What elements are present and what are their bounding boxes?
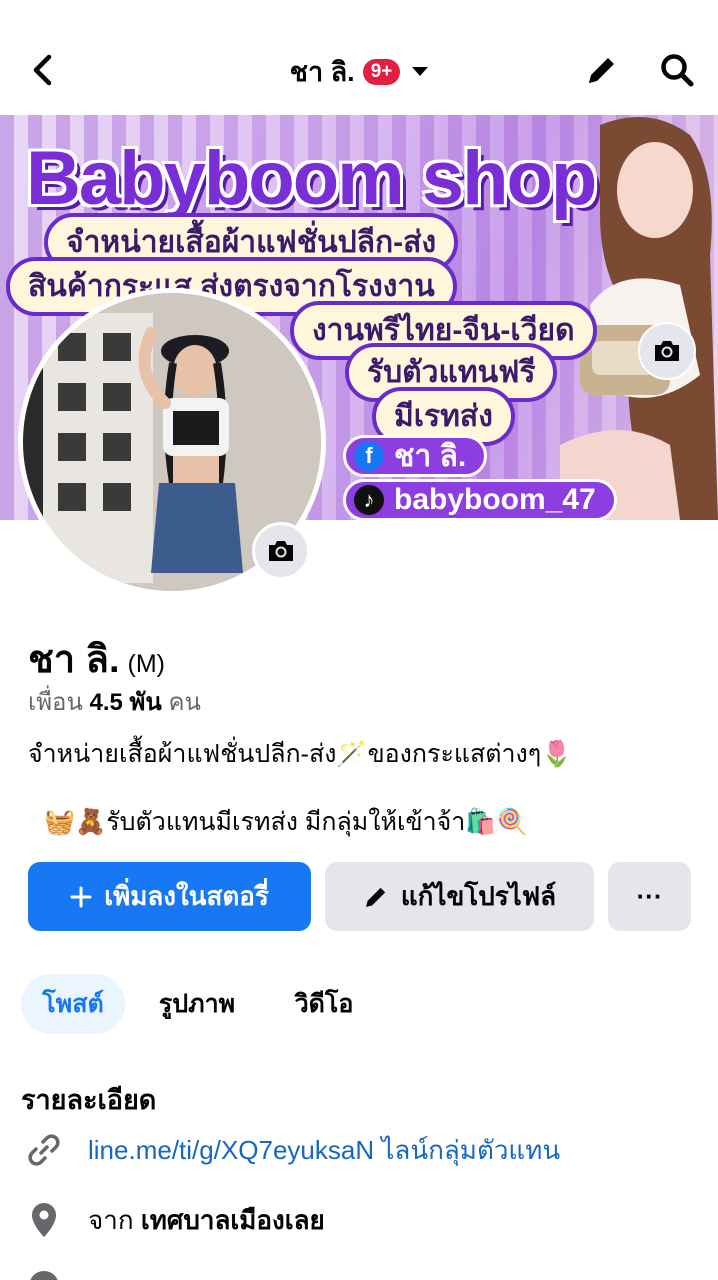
tiktok-icon: ♪ — [354, 485, 384, 515]
camera-icon — [269, 541, 293, 561]
link-icon — [24, 1128, 64, 1172]
edit-profile-button[interactable]: แก้ไขโปรไฟล์ — [325, 862, 594, 931]
detail-hometown: จาก เทศบาลเมืองเลย — [88, 1200, 325, 1241]
top-bar: ชา ลิ. 9+ — [0, 0, 718, 115]
notification-badge: 9+ — [362, 58, 401, 85]
details-heading: รายละเอียด — [21, 1085, 157, 1115]
edit-avatar-camera-button[interactable] — [252, 522, 310, 580]
add-to-story-label: เพิ่มลงในสตอรี่ — [104, 881, 269, 911]
more-options-button[interactable]: ··· — [608, 862, 691, 931]
friends-label: เพื่อน — [28, 689, 83, 716]
tab-photos[interactable]: รูปภาพ — [145, 974, 249, 1034]
detail-link[interactable]: line.me/ti/g/XQ7eyuksaN ไลน์กลุ่มตัวแทน — [88, 1130, 560, 1171]
location-pin-icon — [24, 1198, 64, 1242]
bio-line-1: จำหน่ายเสื้อผ้าแฟชั่นปลีก-ส่ง🪄ของกระแสต่… — [28, 740, 573, 768]
tab-videos[interactable]: วิดีโอ — [272, 974, 376, 1034]
friends-count[interactable]: เพื่อน 4.5 พัน คน — [28, 682, 201, 721]
profile-name-row: ชา ลิ. (M) — [28, 628, 165, 689]
add-to-story-button[interactable]: เพิ่มลงในสตอรี่ — [28, 862, 311, 931]
clock-icon — [24, 1264, 64, 1280]
detail-row-partial — [24, 1264, 64, 1280]
cover-facebook-tag: f ชา ลิ. — [343, 435, 488, 477]
cover-facebook-name: ชา ลิ. — [394, 439, 467, 473]
search-button[interactable] — [656, 50, 698, 90]
edit-cover-camera-button[interactable] — [638, 322, 696, 380]
plus-icon — [70, 886, 92, 907]
detail-hometown-row: จาก เทศบาลเมืองเลย — [24, 1198, 325, 1242]
detail-link-row[interactable]: line.me/ti/g/XQ7eyuksaN ไลน์กลุ่มตัวแทน — [24, 1128, 560, 1172]
search-icon — [661, 54, 694, 87]
friends-number: 4.5 พัน — [89, 689, 162, 716]
camera-icon — [655, 341, 679, 361]
tab-posts[interactable]: โพสต์ — [21, 974, 125, 1034]
bio-line-2: 🧺🧸รับตัวแทนมีเรทส่ง มีกลุ่มให้เข้าจ้า🛍️🍭 — [44, 808, 528, 836]
facebook-icon: f — [354, 441, 384, 471]
hometown-label: จาก — [88, 1204, 134, 1235]
profile-name: ชา ลิ. — [28, 639, 120, 681]
edit-button[interactable] — [582, 50, 622, 90]
page-title: ชา ลิ. — [289, 57, 355, 87]
pencil-icon — [365, 887, 386, 907]
edit-profile-label: แก้ไขโปรไฟล์ — [400, 881, 557, 911]
more-icon: ··· — [636, 881, 663, 911]
cover-tiktok-handle: babyboom_47 — [394, 483, 596, 516]
friends-unit: คน — [168, 689, 201, 716]
hometown-value: เทศบาลเมืองเลย — [140, 1204, 325, 1235]
cover-shop-title: Babyboom shop — [26, 136, 597, 221]
profile-nickname: (M) — [127, 650, 166, 678]
caret-down-icon — [412, 67, 429, 76]
pencil-icon — [589, 58, 614, 83]
cover-tiktok-tag: ♪ babyboom_47 — [343, 479, 617, 520]
